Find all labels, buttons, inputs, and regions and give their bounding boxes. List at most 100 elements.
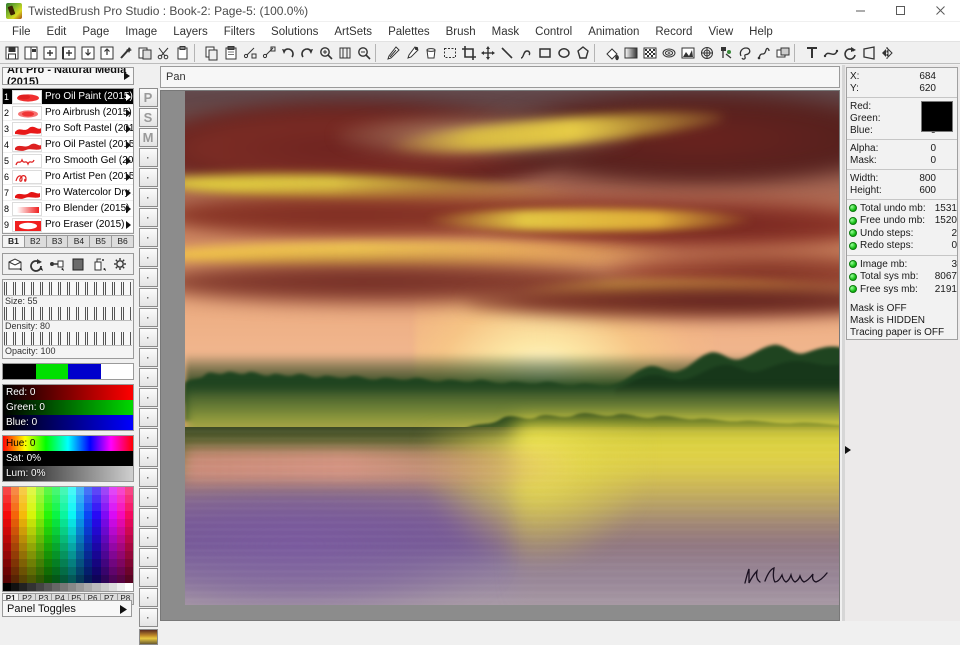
palette-swatch[interactable] xyxy=(76,543,84,551)
fill-bucket-icon[interactable] xyxy=(421,43,440,63)
palette-swatch[interactable] xyxy=(44,575,52,583)
palette-swatch[interactable] xyxy=(68,543,76,551)
palette-swatch[interactable] xyxy=(44,551,52,559)
palette-swatch[interactable] xyxy=(68,559,76,567)
palette-swatch[interactable] xyxy=(84,527,92,535)
palette-swatch[interactable] xyxy=(60,567,68,575)
palette-swatch[interactable] xyxy=(101,495,109,503)
palette-swatch[interactable] xyxy=(117,519,125,527)
palette-swatch[interactable] xyxy=(76,503,84,511)
menu-item-mask[interactable]: Mask xyxy=(484,24,527,40)
spline-icon[interactable] xyxy=(754,43,773,63)
expander-arrow-icon[interactable] xyxy=(844,445,852,455)
palette-swatch[interactable] xyxy=(60,535,68,543)
palette-swatch[interactable] xyxy=(101,527,109,535)
strip-button-7[interactable]: · xyxy=(139,268,158,287)
palette-swatch[interactable] xyxy=(68,575,76,583)
palette-swatch[interactable] xyxy=(68,535,76,543)
palette-swatch[interactable] xyxy=(125,503,133,511)
paint-pour-icon[interactable] xyxy=(602,43,621,63)
cut-branch-icon[interactable] xyxy=(240,43,259,63)
strip-button-3[interactable]: · xyxy=(139,188,158,207)
brush-tab-b6[interactable]: B6 xyxy=(111,235,134,248)
palette-swatch[interactable] xyxy=(125,535,133,543)
palette-swatch[interactable] xyxy=(11,519,19,527)
hue-channel[interactable]: Hue: 0 xyxy=(3,436,133,451)
palette-swatch[interactable] xyxy=(27,575,35,583)
palette-swatch[interactable] xyxy=(92,535,100,543)
slider-track-2[interactable] xyxy=(4,332,132,346)
minimize-button[interactable] xyxy=(840,0,880,22)
palette-swatch[interactable] xyxy=(52,543,60,551)
strip-button-9[interactable]: · xyxy=(139,308,158,327)
menu-item-help[interactable]: Help xyxy=(741,24,781,40)
palette-swatch[interactable] xyxy=(60,575,68,583)
strip-button-24[interactable]: · xyxy=(139,608,158,627)
brush-list-item[interactable]: 8Pro Blender (2015) xyxy=(3,201,133,217)
quick-swatch-0[interactable] xyxy=(3,364,36,379)
palette-swatch[interactable] xyxy=(68,519,76,527)
mask-brush-icon[interactable] xyxy=(678,43,697,63)
menu-item-palettes[interactable]: Palettes xyxy=(380,24,438,40)
palette-swatch[interactable] xyxy=(11,495,19,503)
menu-item-artsets[interactable]: ArtSets xyxy=(326,24,380,40)
palette-swatch[interactable] xyxy=(125,511,133,519)
chevron-right-icon[interactable] xyxy=(125,108,132,121)
brush-list-item[interactable]: 4Pro Oil Pastel (2015) xyxy=(3,137,133,153)
palette-swatch[interactable] xyxy=(76,575,84,583)
brush-tab-b5[interactable]: B5 xyxy=(89,235,111,248)
palette-swatch[interactable] xyxy=(11,511,19,519)
strip-button-23[interactable]: · xyxy=(139,588,158,607)
strip-button-10[interactable]: · xyxy=(139,328,158,347)
palette-swatch[interactable] xyxy=(84,535,92,543)
palette-swatch[interactable] xyxy=(44,495,52,503)
palette-swatch[interactable] xyxy=(19,567,27,575)
palette-swatch[interactable] xyxy=(27,503,35,511)
palette-swatch[interactable] xyxy=(117,535,125,543)
strip-button-m[interactable]: M xyxy=(139,128,158,147)
palette-swatch[interactable] xyxy=(19,503,27,511)
palette-swatch[interactable] xyxy=(27,535,35,543)
brush-list-item[interactable]: 5Pro Smooth Gel (2015) xyxy=(3,153,133,169)
palette-swatch[interactable] xyxy=(27,567,35,575)
palette-swatch[interactable] xyxy=(101,519,109,527)
brush-tab-b1[interactable]: B1 xyxy=(2,235,24,248)
palette-swatch[interactable] xyxy=(27,527,35,535)
palette-swatch[interactable] xyxy=(36,527,44,535)
palette-swatch[interactable] xyxy=(125,519,133,527)
panel-toggles-button[interactable]: Panel Toggles xyxy=(2,600,132,617)
palette-swatch[interactable] xyxy=(101,559,109,567)
palette-swatch[interactable] xyxy=(36,535,44,543)
polygon-icon[interactable] xyxy=(573,43,592,63)
maximize-button[interactable] xyxy=(880,0,920,22)
palette-swatch[interactable] xyxy=(125,543,133,551)
palette-swatch[interactable] xyxy=(19,519,27,527)
crop-icon[interactable] xyxy=(459,43,478,63)
gradient-icon[interactable] xyxy=(621,43,640,63)
palette-swatch[interactable] xyxy=(11,559,19,567)
palette-swatch[interactable] xyxy=(52,503,60,511)
chevron-right-icon[interactable] xyxy=(125,156,132,169)
palette-swatch[interactable] xyxy=(3,511,11,519)
page-thumbnail[interactable] xyxy=(139,629,158,645)
page-duplicate-icon[interactable] xyxy=(135,43,154,63)
menu-item-image[interactable]: Image xyxy=(117,24,165,40)
menu-item-solutions[interactable]: Solutions xyxy=(263,24,326,40)
strip-button-17[interactable]: · xyxy=(139,468,158,487)
palette-swatch[interactable] xyxy=(36,487,44,495)
palette-swatch[interactable] xyxy=(117,559,125,567)
palette-swatch[interactable] xyxy=(52,487,60,495)
palette-swatch[interactable] xyxy=(60,519,68,527)
luminance-channel[interactable]: Lum: 0% xyxy=(3,466,133,481)
strip-button-5[interactable]: · xyxy=(139,228,158,247)
palette-swatch[interactable] xyxy=(60,511,68,519)
rectangle-icon[interactable] xyxy=(535,43,554,63)
palette-swatch[interactable] xyxy=(3,567,11,575)
texture-icon[interactable] xyxy=(659,43,678,63)
palette-swatch[interactable] xyxy=(117,503,125,511)
palette-swatch[interactable] xyxy=(11,567,19,575)
palette-swatch[interactable] xyxy=(101,575,109,583)
palette-swatch[interactable] xyxy=(36,511,44,519)
palette-swatch[interactable] xyxy=(101,543,109,551)
palette-swatch[interactable] xyxy=(76,519,84,527)
